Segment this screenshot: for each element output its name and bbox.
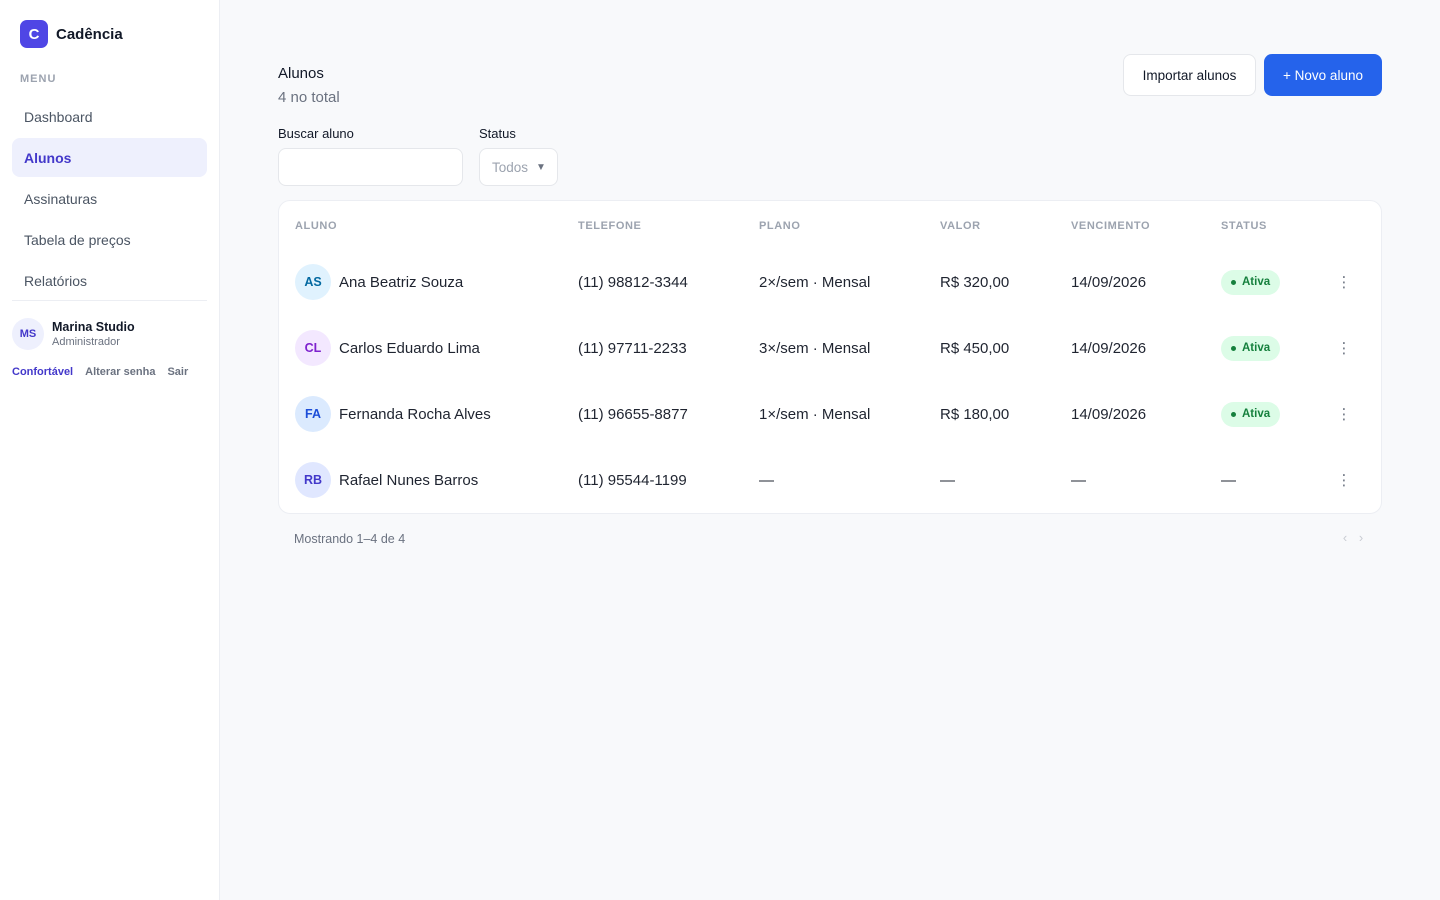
due-date-cell: 14/09/2026 xyxy=(1071,339,1147,357)
status-badge-label: Ativa xyxy=(1242,342,1271,354)
student-cell: AS Ana Beatriz Souza xyxy=(295,249,463,315)
avatar: AS xyxy=(295,264,331,300)
brand[interactable]: C Cadência xyxy=(20,20,123,48)
status-cell: Ativa xyxy=(1221,381,1281,447)
table-row[interactable]: AS Ana Beatriz Souza (11) 98812-3344 2×/… xyxy=(279,249,1383,315)
student-cell: RB Rafael Nunes Barros xyxy=(295,447,478,513)
status-badge: Ativa xyxy=(1221,335,1281,361)
due-date-cell: 14/09/2026 xyxy=(1071,405,1147,423)
status-dot-icon xyxy=(1231,411,1236,417)
menu-label: MENU xyxy=(20,73,57,85)
new-student-button[interactable]: + Novo aluno xyxy=(1264,54,1382,96)
page-title: Alunos xyxy=(278,65,324,82)
logout-link[interactable]: Sair xyxy=(167,366,188,378)
brand-name: Cadência xyxy=(56,25,123,43)
status-badge: Ativa xyxy=(1221,401,1281,427)
table-row[interactable]: RB Rafael Nunes Barros (11) 95544-1199 —… xyxy=(279,447,1383,513)
sidebar: C Cadência MENU Dashboard Alunos Assinat… xyxy=(0,0,220,900)
student-cell: FA Fernanda Rocha Alves xyxy=(295,381,491,447)
status-dot-icon xyxy=(1231,279,1236,285)
phone-cell: (11) 96655-8877 xyxy=(578,405,688,423)
status-dot-icon xyxy=(1231,345,1236,351)
user-profile: MS Marina Studio Administrador xyxy=(12,318,135,350)
sidebar-item-relatorios[interactable]: Relatórios xyxy=(12,261,207,300)
sidebar-nav: Dashboard Alunos Assinaturas Tabela de p… xyxy=(12,97,207,302)
status-badge-label: Ativa xyxy=(1242,276,1271,288)
pagination-summary: Mostrando 1–4 de 4 xyxy=(294,532,406,546)
student-name: Carlos Eduardo Lima xyxy=(339,339,480,357)
sidebar-item-tabela-de-precos[interactable]: Tabela de preços xyxy=(12,220,207,259)
plan-cell: — xyxy=(759,471,774,489)
student-cell: CL Carlos Eduardo Lima xyxy=(295,315,480,381)
table-row[interactable]: CL Carlos Eduardo Lima (11) 97711-2233 3… xyxy=(279,315,1383,381)
chevron-down-icon: ▼ xyxy=(536,161,546,173)
students-table: ALUNO TELEFONE PLANO VALOR VENCIMENTO ST… xyxy=(278,200,1382,514)
column-header-plano[interactable]: PLANO xyxy=(759,220,801,232)
search-label: Buscar aluno xyxy=(278,126,354,141)
pagination: ‹ › xyxy=(1337,530,1369,545)
import-students-button[interactable]: Importar alunos xyxy=(1123,54,1256,96)
prev-page-button[interactable]: ‹ xyxy=(1337,530,1353,545)
student-count: 4 no total xyxy=(278,89,340,106)
value-cell: R$ 320,00 xyxy=(940,273,1010,291)
phone-cell: (11) 98812-3344 xyxy=(578,273,688,291)
student-name: Rafael Nunes Barros xyxy=(339,471,479,489)
user-role: Administrador xyxy=(52,336,120,348)
sidebar-item-alunos[interactable]: Alunos xyxy=(12,138,207,177)
user-info: Marina Studio Administrador xyxy=(52,320,135,348)
column-header-status[interactable]: STATUS xyxy=(1221,220,1267,232)
column-header-valor[interactable]: VALOR xyxy=(940,220,981,232)
status-badge-label: Ativa xyxy=(1242,408,1271,420)
next-page-button[interactable]: › xyxy=(1353,530,1369,545)
status-label: Status xyxy=(479,126,516,141)
due-date-cell: 14/09/2026 xyxy=(1071,273,1147,291)
plan-cell: 1×/sem · Mensal xyxy=(759,405,871,423)
column-header-telefone[interactable]: TELEFONE xyxy=(578,220,641,232)
change-password-link[interactable]: Alterar senha xyxy=(85,366,155,378)
table-row[interactable]: FA Fernanda Rocha Alves (11) 96655-8877 … xyxy=(279,381,1383,447)
phone-cell: (11) 97711-2233 xyxy=(578,339,687,357)
brand-logo-icon: C xyxy=(20,20,48,48)
phone-cell: (11) 95544-1199 xyxy=(578,471,687,489)
search-input[interactable] xyxy=(278,148,463,186)
plan-cell: 2×/sem · Mensal xyxy=(759,273,871,291)
student-name: Fernanda Rocha Alves xyxy=(339,405,491,423)
avatar: CL xyxy=(295,330,331,366)
due-date-cell: — xyxy=(1071,471,1086,489)
avatar: FA xyxy=(295,396,331,432)
sidebar-divider xyxy=(12,300,207,301)
kebab-icon[interactable]: ⋮ xyxy=(1333,472,1355,489)
status-cell: — xyxy=(1221,471,1236,489)
avatar: RB xyxy=(295,462,331,498)
kebab-icon[interactable]: ⋮ xyxy=(1333,274,1355,291)
status-select-value: Todos xyxy=(492,159,529,175)
status-cell: Ativa xyxy=(1221,249,1281,315)
sidebar-item-assinaturas[interactable]: Assinaturas xyxy=(12,179,207,218)
sidebar-item-dashboard[interactable]: Dashboard xyxy=(12,97,207,136)
status-cell: Ativa xyxy=(1221,315,1281,381)
user-links: Confortável Alterar senha Sair xyxy=(12,366,200,378)
user-name: Marina Studio xyxy=(52,320,135,334)
column-header-vencimento[interactable]: VENCIMENTO xyxy=(1071,220,1150,232)
kebab-icon[interactable]: ⋮ xyxy=(1333,406,1355,423)
status-badge: Ativa xyxy=(1221,269,1281,295)
avatar: MS xyxy=(12,318,44,350)
density-toggle-link[interactable]: Confortável xyxy=(12,366,73,378)
value-cell: — xyxy=(940,471,955,489)
value-cell: R$ 450,00 xyxy=(940,339,1010,357)
student-name: Ana Beatriz Souza xyxy=(339,273,464,291)
plan-cell: 3×/sem · Mensal xyxy=(759,339,871,357)
kebab-icon[interactable]: ⋮ xyxy=(1333,340,1355,357)
column-header-aluno[interactable]: ALUNO xyxy=(295,220,337,232)
status-select[interactable]: Todos ▼ xyxy=(479,148,558,186)
value-cell: R$ 180,00 xyxy=(940,405,1010,423)
